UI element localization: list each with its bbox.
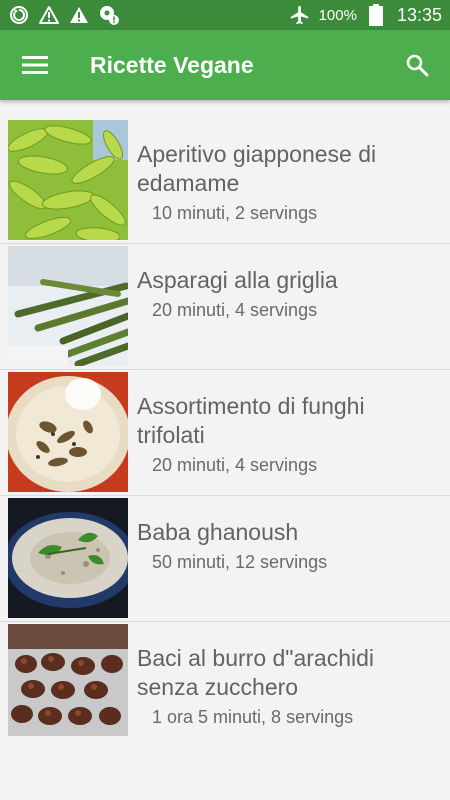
airplane-icon [289,4,311,26]
status-right-icons: 100% 13:35 [289,4,442,26]
recipe-title: Baba ghanoush [137,519,299,545]
recipe-item-edamame[interactable]: Aperitivo giapponese di edamame 10 minut… [0,118,450,244]
recipe-thumbnail-edamame [8,120,128,240]
app-bar: Ricette Vegane [0,30,450,100]
battery-percent: 100% [318,6,357,24]
battery-icon [365,4,387,26]
search-button[interactable] [402,50,432,80]
recipe-title: Aperitivo giapponese di edamame [137,141,377,196]
recipe-title: Baci al burro d"arachidi senza zucchero [137,645,375,700]
recipe-item-baba-ghanoush[interactable]: Baba ghanoush 50 minuti, 12 servings [0,496,450,622]
recipe-meta: 20 minuti, 4 servings [152,300,318,320]
location-alert-icon [98,4,120,26]
search-icon [406,54,429,77]
app-title: Ricette Vegane [90,52,254,78]
menu-button[interactable] [20,50,50,80]
recipe-list: Aperitivo giapponese di edamame 10 minut… [0,118,450,748]
hamburger-menu-icon [22,56,48,74]
sync-icon [8,4,30,26]
recipe-meta: 1 ora 5 minuti, 8 servings [152,707,354,727]
recipe-item-baci[interactable]: Baci al burro d"arachidi senza zucchero … [0,622,450,748]
recipe-thumbnail-baci [8,624,128,736]
recipe-thumbnail-funghi [8,372,128,492]
recipe-item-asparagi[interactable]: Asparagi alla griglia 20 minuti, 4 servi… [0,244,450,370]
recipe-title: Asparagi alla griglia [137,267,338,293]
recipe-thumbnail-baba-ghanoush [8,498,128,618]
warning-icon [38,4,60,26]
recipe-meta: 20 minuti, 4 servings [152,455,318,475]
recipe-meta: 50 minuti, 12 servings [152,552,328,572]
warning-filled-icon [68,4,90,26]
recipe-meta: 10 minuti, 2 servings [152,203,318,223]
recipe-title: Assortimento di funghi trifolati [137,393,365,448]
status-left-icons [8,4,120,26]
clock: 13:35 [396,4,442,25]
recipe-thumbnail-asparagi [8,246,128,366]
recipe-item-funghi[interactable]: Assortimento di funghi trifolati 20 minu… [0,370,450,496]
status-bar: 100% 13:35 [0,0,450,30]
